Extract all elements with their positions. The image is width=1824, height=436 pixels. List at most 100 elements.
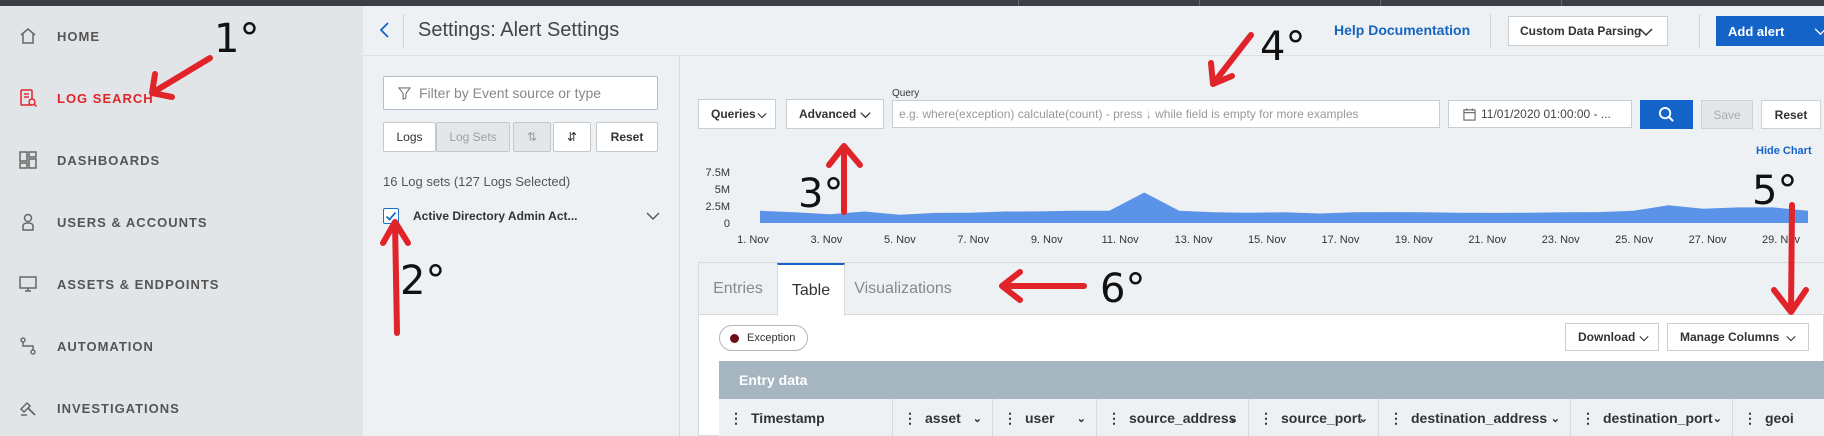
header-divider — [403, 14, 404, 48]
download-dropdown[interactable]: Download — [1565, 323, 1659, 351]
chevron-down-icon — [757, 113, 767, 119]
nav-item-label: USERS & ACCOUNTS — [57, 214, 208, 230]
tab-visualizations[interactable]: Visualizations — [845, 263, 961, 315]
x-axis-tick-label: 23. Nov — [1542, 234, 1580, 246]
column-header-timestamp[interactable]: ⋮ Timestamp — [719, 399, 893, 436]
column-menu-icon: ⋮ — [1743, 409, 1757, 426]
tab-entries[interactable]: Entries — [699, 263, 777, 315]
annotation-number-1: 1° — [214, 16, 260, 62]
chart-area-series — [760, 192, 1808, 223]
sort-descending-button[interactable]: ⇵ — [553, 122, 591, 152]
y-axis-tick-label: 7.5M — [706, 167, 730, 179]
filters-reset-button[interactable]: Reset — [596, 122, 658, 152]
automation-icon — [20, 337, 36, 355]
table-column-header-row: ⋮ Timestamp ⋮ asset ⌄ ⋮ user ⌄ ⋮ source_addres… — [719, 399, 1824, 436]
nav-item-users-accounts[interactable]: USERS & ACCOUNTS — [0, 202, 363, 242]
x-axis-tick-label: 15. Nov — [1248, 234, 1286, 246]
chevron-down-icon — [860, 112, 871, 119]
log-sets-button[interactable]: Log Sets — [436, 122, 510, 152]
exception-filter-chip[interactable]: Exception — [719, 325, 809, 351]
nav-item-log-search[interactable]: LOG SEARCH — [0, 78, 363, 118]
add-alert-button[interactable]: Add alert — [1716, 16, 1824, 46]
entry-data-header: Entry data — [719, 361, 1824, 399]
header-divider — [1699, 14, 1700, 48]
chevron-down-icon — [1786, 336, 1796, 342]
search-button[interactable] — [1640, 100, 1693, 129]
save-query-button[interactable]: Save — [1701, 100, 1753, 129]
filter-placeholder: Filter by Event source or type — [419, 85, 602, 101]
filter-input[interactable]: Filter by Event source or type — [383, 76, 658, 110]
left-nav: HOME LOG SEARCH DASHBOARDS USERS & ACCOU… — [0, 6, 363, 436]
download-label: Download — [1578, 330, 1636, 344]
x-axis-tick-label: 7. Nov — [957, 234, 989, 246]
y-axis-tick-label: 0 — [724, 218, 730, 230]
query-input[interactable]: e.g. where(exception) calculate(count) -… — [892, 100, 1440, 128]
nav-item-investigations[interactable]: INVESTIGATIONS — [0, 388, 363, 428]
column-header-user[interactable]: ⋮ user ⌄ — [993, 399, 1097, 436]
column-header-label: source_address — [1129, 410, 1237, 426]
log-set-checkbox[interactable] — [383, 208, 399, 224]
chevron-down-icon: ⌄ — [1358, 412, 1368, 425]
dashboards-icon — [19, 151, 37, 169]
annotation-number-2: 2° — [400, 258, 446, 304]
column-header-label: user — [1025, 410, 1055, 426]
query-mode-dropdown[interactable]: Advanced — [786, 99, 884, 129]
reset-query-button[interactable]: Reset — [1761, 100, 1821, 129]
column-menu-icon: ⋮ — [1389, 409, 1403, 426]
nav-item-dashboards[interactable]: DASHBOARDS — [0, 140, 363, 180]
nav-item-home[interactable]: HOME — [0, 16, 363, 56]
nav-item-label: ASSETS & ENDPOINTS — [57, 276, 220, 292]
column-menu-icon: ⋮ — [729, 409, 743, 426]
column-menu-icon: ⋮ — [1107, 409, 1121, 426]
manage-columns-dropdown[interactable]: Manage Columns — [1667, 323, 1809, 351]
page-header: Settings: Alert Settings Help Documentat… — [363, 6, 1824, 56]
chevron-down-icon — [1639, 28, 1653, 37]
column-header-destination-port[interactable]: ⋮ destination_port ⌄ — [1571, 399, 1733, 436]
header-divider — [1490, 14, 1491, 48]
back-arrow-icon[interactable] — [375, 20, 395, 40]
manage-columns-label: Manage Columns — [1680, 330, 1780, 344]
sort-ascending-icon: ⇅ — [526, 130, 538, 144]
annotation-number-5: 5° — [1752, 168, 1798, 214]
nav-item-automation[interactable]: AUTOMATION — [0, 326, 363, 366]
column-header-label: source_port — [1281, 410, 1362, 426]
x-axis-tick-label: 17. Nov — [1321, 234, 1359, 246]
custom-data-parsing-label: Custom Data Parsing — [1520, 24, 1642, 38]
home-icon — [20, 28, 36, 44]
annotation-number-4: 4° — [1260, 24, 1306, 70]
hide-chart-link[interactable]: Hide Chart — [1756, 145, 1812, 157]
checkmark-icon — [385, 211, 397, 221]
x-axis-tick-label: 3. Nov — [811, 234, 843, 246]
x-axis-tick-label: 13. Nov — [1175, 234, 1213, 246]
results-panel: Entries Table Visualizations Exception D… — [698, 262, 1824, 436]
x-axis-tick-label: 5. Nov — [884, 234, 916, 246]
sort-ascending-button[interactable]: ⇅ — [513, 122, 551, 152]
column-header-source-address[interactable]: ⋮ source_address ⌄ — [1097, 399, 1249, 436]
nav-item-label: LOG SEARCH — [57, 90, 154, 106]
date-range-input[interactable]: 11/01/2020 01:00:00 - ... — [1448, 100, 1632, 128]
nav-item-assets-endpoints[interactable]: ASSETS & ENDPOINTS — [0, 264, 363, 304]
chevron-down-icon: ⌄ — [1228, 412, 1238, 425]
nav-item-label: AUTOMATION — [57, 338, 154, 354]
column-header-destination-address[interactable]: ⋮ destination_address ⌄ — [1379, 399, 1571, 436]
chevron-down-icon[interactable] — [646, 211, 660, 221]
chevron-down-icon: ⌄ — [972, 412, 982, 425]
log-sets-count: 16 Log sets (127 Logs Selected) — [383, 174, 571, 189]
queries-dropdown[interactable]: Queries — [698, 99, 776, 129]
tab-table[interactable]: Table — [777, 263, 845, 316]
log-filter-panel: Filter by Event source or type Logs Log … — [363, 6, 680, 436]
log-search-icon — [20, 89, 38, 108]
help-documentation-link[interactable]: Help Documentation — [1334, 22, 1470, 38]
column-header-source-port[interactable]: ⋮ source_port ⌄ — [1249, 399, 1379, 436]
investigations-icon — [19, 401, 36, 416]
column-header-geoip[interactable]: ⋮ geoi — [1733, 399, 1824, 436]
column-header-label: geoi — [1765, 410, 1794, 426]
column-header-asset[interactable]: ⋮ asset ⌄ — [893, 399, 993, 436]
column-menu-icon: ⋮ — [1581, 409, 1595, 426]
chevron-down-icon — [1814, 28, 1824, 36]
logs-button[interactable]: Logs — [383, 122, 436, 152]
column-header-label: asset — [925, 410, 961, 426]
x-axis-tick-label: 29. Nov — [1762, 234, 1800, 246]
custom-data-parsing-dropdown[interactable]: Custom Data Parsing — [1508, 16, 1668, 46]
log-set-row[interactable]: Active Directory Admin Act... — [383, 205, 660, 227]
